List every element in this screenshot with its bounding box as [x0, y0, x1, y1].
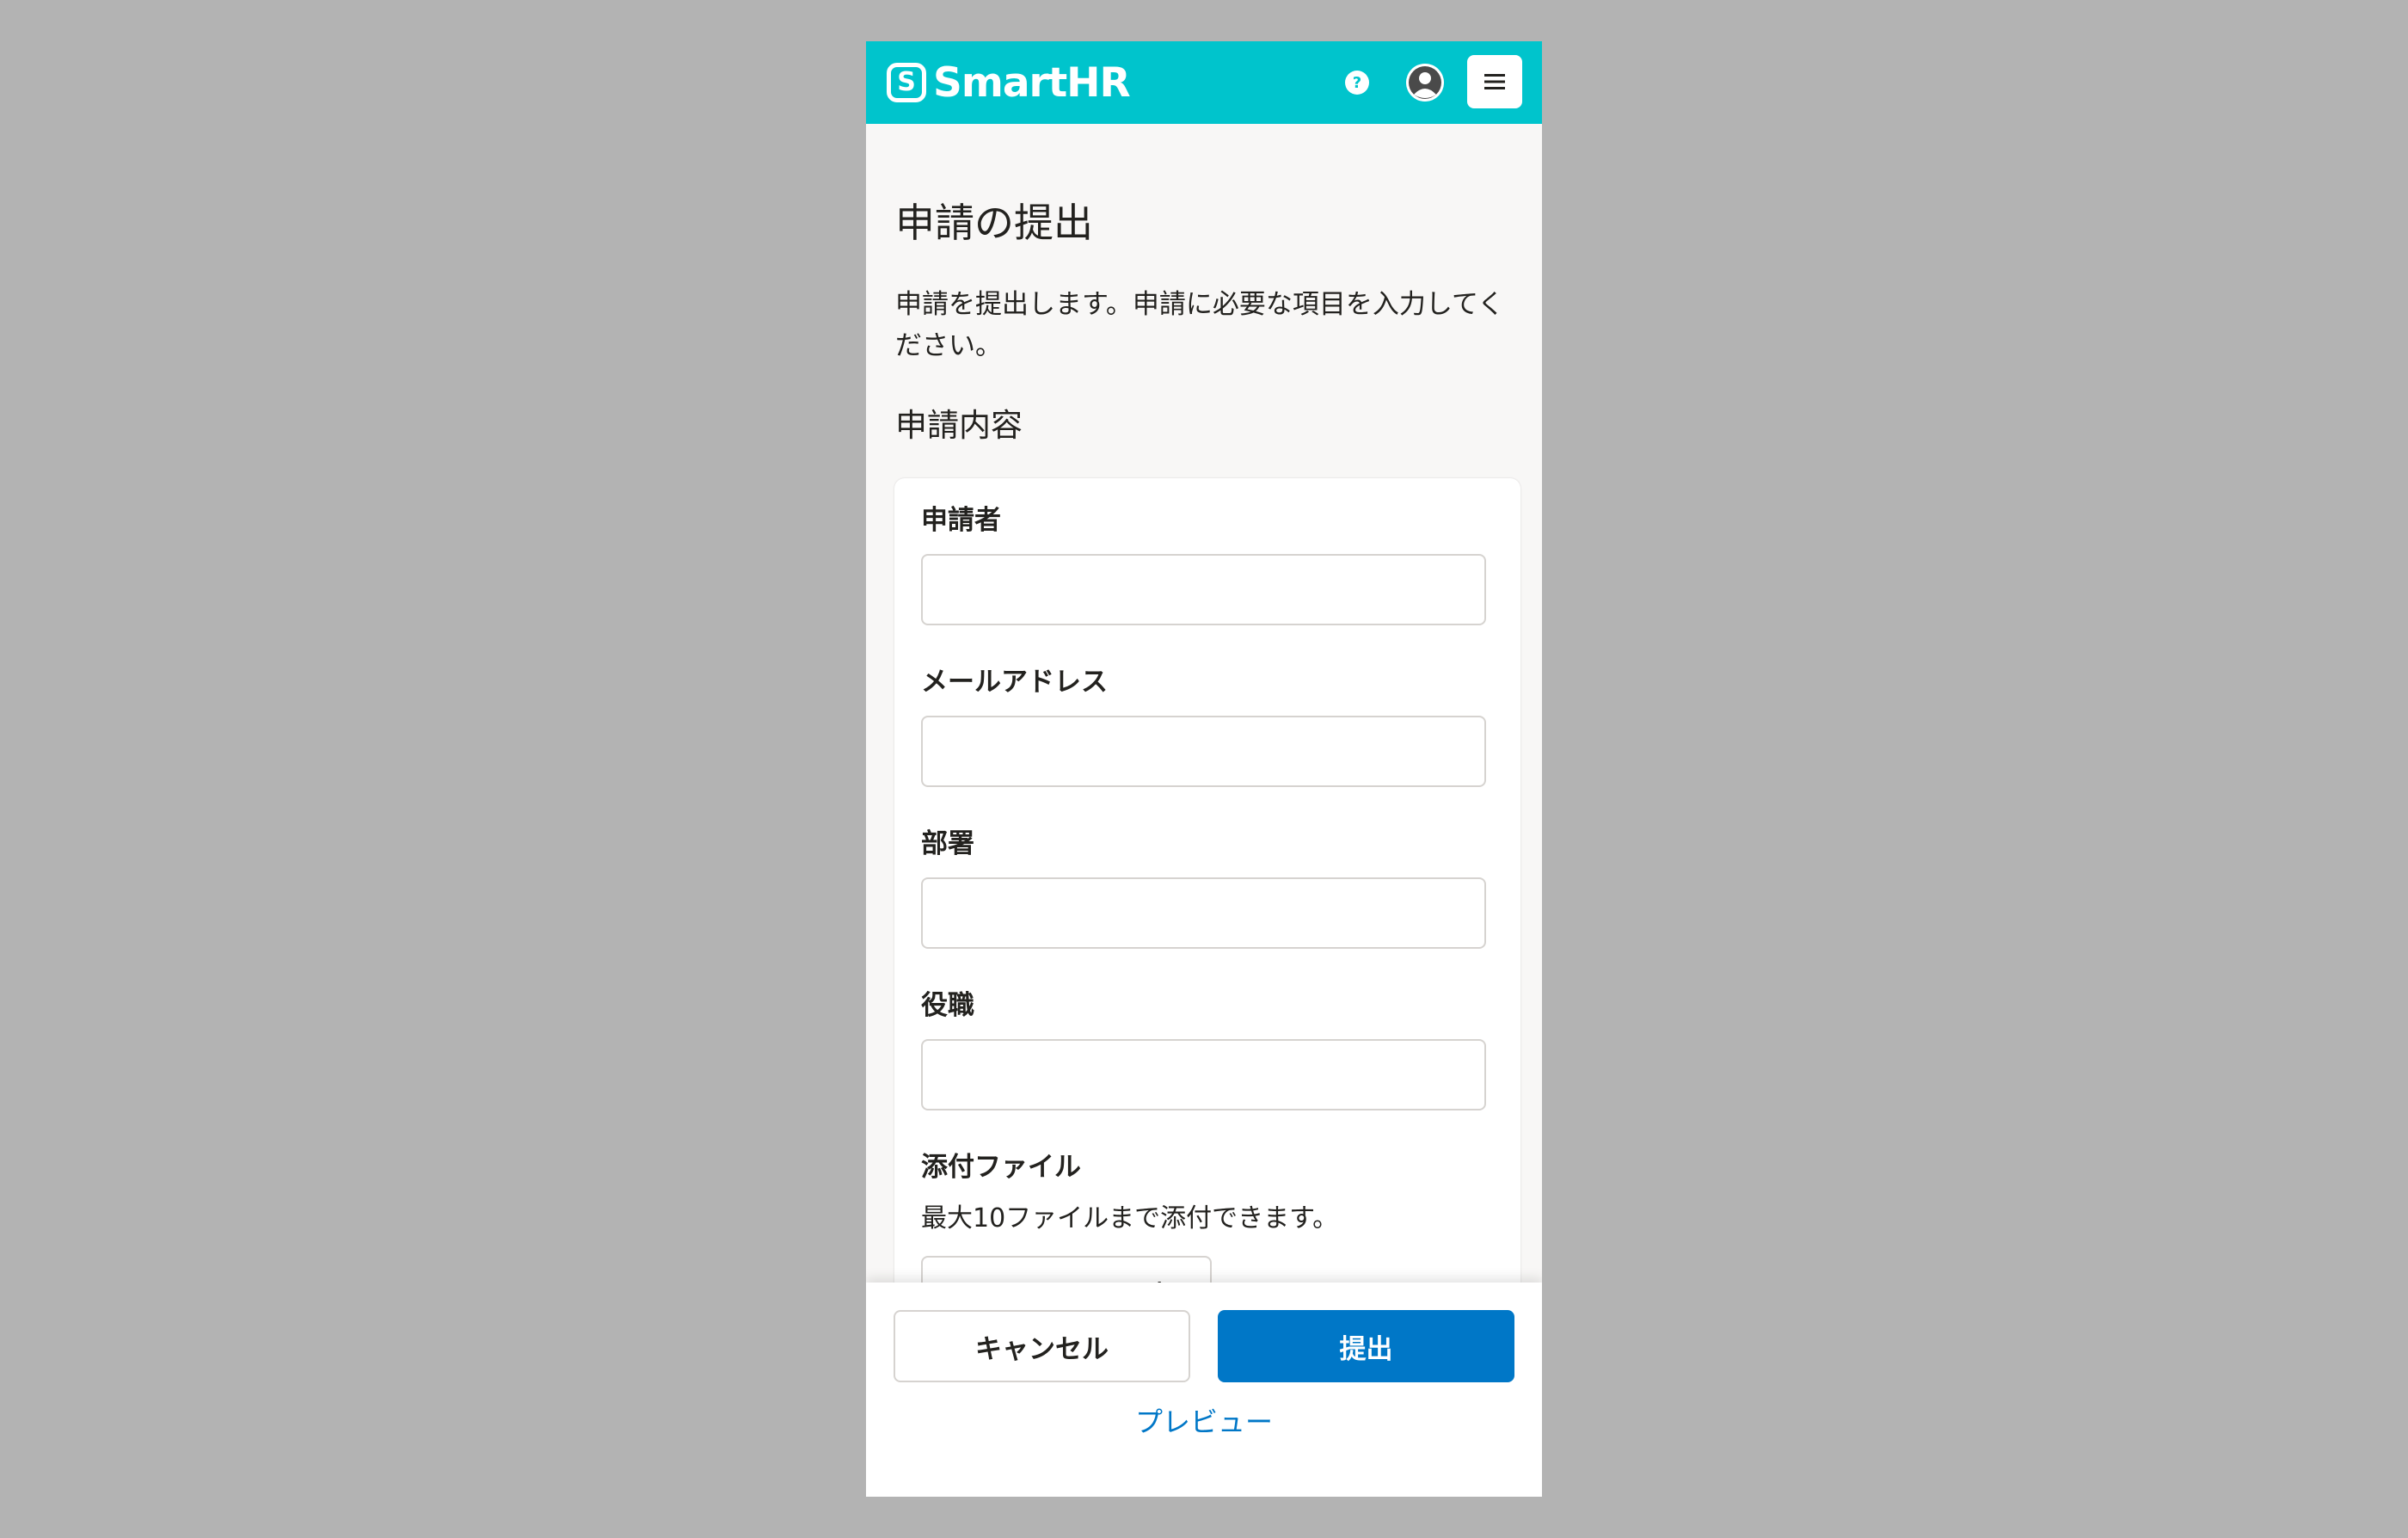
position-label: 役職 [921, 990, 974, 1021]
department-label: 部署 [921, 828, 974, 859]
logo-text: SmartHR [933, 58, 1131, 107]
mobile-viewport: S SmartHR ? 申請の提出 申請を提出します。申請に必要な項目を入力して… [866, 41, 1542, 1497]
smarthr-logo[interactable]: S SmartHR [887, 58, 1131, 107]
logo-mark-icon: S [887, 63, 926, 102]
email-label: メールアドレス [921, 667, 1108, 698]
attachment-label: 添付ファイル [921, 1152, 1081, 1183]
user-avatar-icon[interactable] [1406, 64, 1444, 102]
preview-link[interactable]: プレビュー [866, 1408, 1542, 1436]
section-title: 申請内容 [895, 407, 1023, 444]
user-silhouette-icon [1406, 64, 1444, 102]
app-header: S SmartHR ? [866, 41, 1542, 124]
bottom-action-bar: キャンセル 提出 プレビュー [866, 1283, 1542, 1497]
applicant-label: 申請者 [921, 505, 1001, 536]
cancel-button[interactable]: キャンセル [894, 1310, 1190, 1382]
page-description: 申請を提出します。申請に必要な項目を入力してください。 [895, 289, 1505, 361]
help-icon[interactable]: ? [1345, 71, 1369, 95]
hamburger-menu-icon [1484, 74, 1505, 89]
department-input[interactable] [921, 877, 1486, 949]
position-input[interactable] [921, 1039, 1486, 1110]
page-title: 申請の提出 [895, 200, 1093, 246]
hamburger-menu-button[interactable] [1467, 55, 1522, 108]
applicant-input[interactable] [921, 554, 1486, 625]
attachment-hint: 最大10ファイルまで添付できます。 [921, 1203, 1339, 1233]
submit-button[interactable]: 提出 [1218, 1310, 1514, 1382]
email-input[interactable] [921, 716, 1486, 787]
